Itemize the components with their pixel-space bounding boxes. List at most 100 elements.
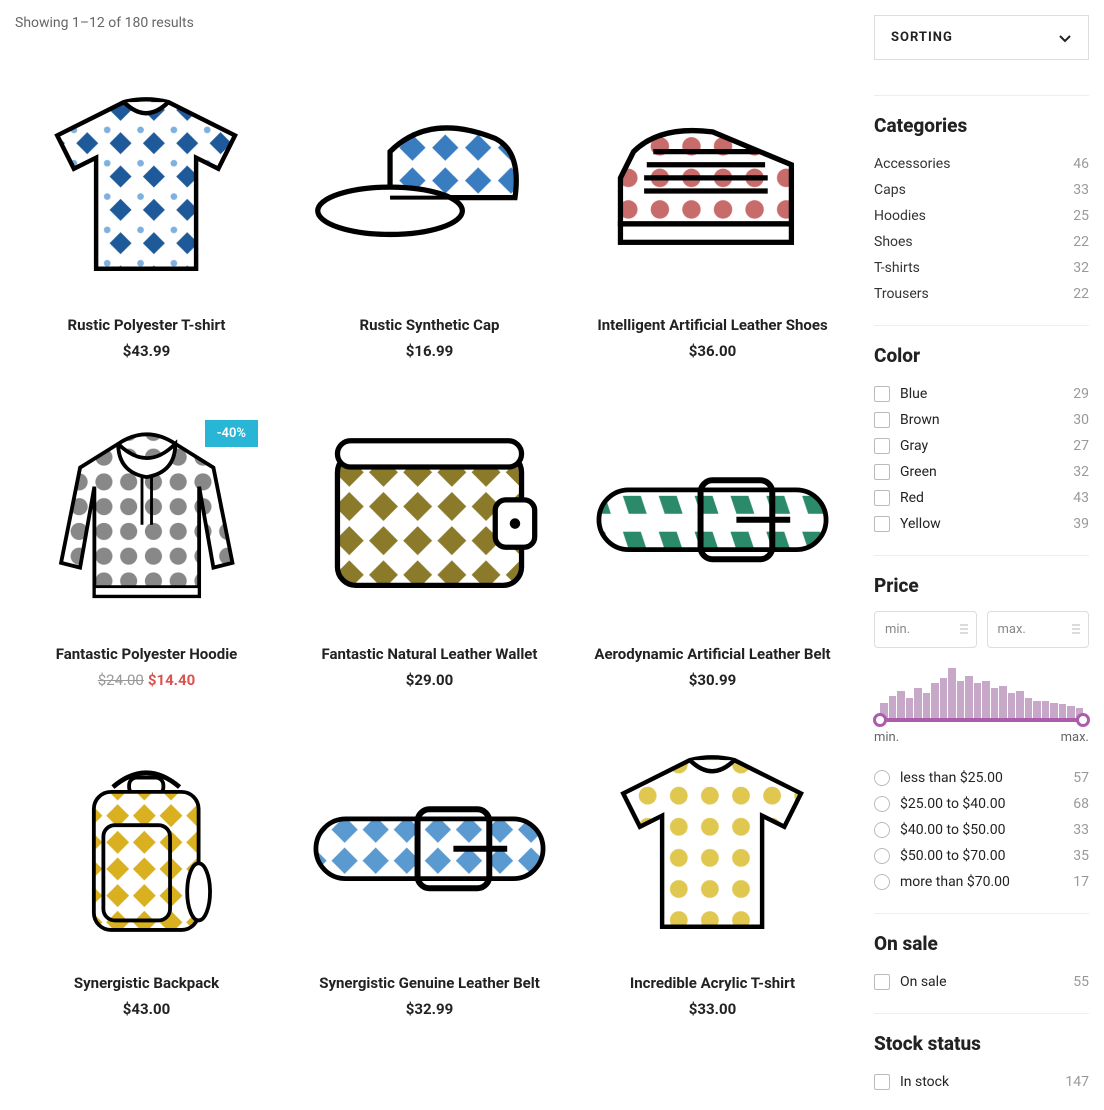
category-item[interactable]: Shoes22 <box>874 229 1089 255</box>
product-card[interactable]: Synergistic Genuine Leather Belt $32.99 <box>298 749 561 1018</box>
product-price: $36.00 <box>581 342 844 360</box>
histogram-bar <box>923 693 931 718</box>
checkbox-icon <box>874 974 890 990</box>
onsale-checkbox-item[interactable]: On sale 55 <box>874 969 1089 995</box>
checkbox-icon <box>874 490 890 506</box>
category-item[interactable]: T-shirts32 <box>874 255 1089 281</box>
product-price: $32.99 <box>298 1000 561 1018</box>
checkbox-icon <box>874 1074 890 1090</box>
histogram-bar <box>1033 701 1041 719</box>
product-card[interactable]: Rustic Polyester T-shirt $43.99 <box>15 91 278 360</box>
filter-title: Color <box>874 344 1089 367</box>
price-min-input[interactable]: min. <box>874 611 977 648</box>
histogram-bar <box>948 668 956 718</box>
product-title: Fantastic Natural Leather Wallet <box>298 645 561 663</box>
onsale-filter: On sale On sale 55 <box>874 913 1089 995</box>
price-range-radio-item[interactable]: $25.00 to $40.0068 <box>874 791 1089 817</box>
histogram-bar <box>965 676 973 719</box>
checkbox-icon <box>874 464 890 480</box>
price-range-radio-item[interactable]: more than $70.0017 <box>874 869 1089 895</box>
histogram-bar <box>957 681 965 719</box>
slider-handle-max[interactable] <box>1076 713 1090 727</box>
product-image <box>298 91 561 291</box>
product-image <box>15 420 278 620</box>
product-card[interactable]: Intelligent Artificial Leather Shoes $36… <box>581 91 844 360</box>
price-slider[interactable] <box>874 718 1089 722</box>
sorting-dropdown[interactable]: SORTING <box>874 15 1089 60</box>
sorting-label: SORTING <box>891 30 953 45</box>
tshirt-icon <box>35 91 257 291</box>
price-histogram <box>874 668 1089 718</box>
radio-icon <box>874 796 890 812</box>
histogram-bar <box>1025 698 1033 718</box>
category-item[interactable]: Caps33 <box>874 177 1089 203</box>
color-checkbox-item[interactable]: Yellow39 <box>874 511 1089 537</box>
product-price: $43.00 <box>15 1000 278 1018</box>
histogram-bar <box>1067 706 1075 719</box>
filter-title: Price <box>874 574 1089 597</box>
product-image <box>581 420 844 620</box>
color-checkbox-item[interactable]: Blue29 <box>874 381 1089 407</box>
product-card[interactable]: Fantastic Natural Leather Wallet $29.00 <box>298 420 561 689</box>
product-title: Fantastic Polyester Hoodie <box>15 645 278 663</box>
belt-icon <box>298 783 561 915</box>
product-price: $16.99 <box>298 342 561 360</box>
checkbox-icon <box>874 386 890 402</box>
histogram-bar <box>991 688 999 718</box>
product-price: $43.99 <box>15 342 278 360</box>
price-max-input[interactable]: max. <box>987 611 1090 648</box>
product-title: Intelligent Artificial Leather Shoes <box>581 316 844 334</box>
hoodie-icon <box>42 420 252 620</box>
slider-min-label: min. <box>874 730 899 745</box>
product-card[interactable]: Incredible Acrylic T-shirt $33.00 <box>581 749 844 1018</box>
category-item[interactable]: Accessories46 <box>874 151 1089 177</box>
tshirt-icon <box>601 749 823 949</box>
radio-icon <box>874 770 890 786</box>
category-item[interactable]: Hoodies25 <box>874 203 1089 229</box>
color-checkbox-item[interactable]: Gray27 <box>874 433 1089 459</box>
histogram-bar <box>914 688 922 718</box>
product-price: $33.00 <box>581 1000 844 1018</box>
backpack-icon <box>51 749 241 949</box>
slider-handle-min[interactable] <box>873 713 887 727</box>
product-card[interactable]: -40% Fantastic Polyester Hoodie $24.00$1… <box>15 420 278 689</box>
price-range-radio-item[interactable]: $50.00 to $70.0035 <box>874 843 1089 869</box>
product-price: $24.00$14.40 <box>15 671 278 689</box>
radio-icon <box>874 822 890 838</box>
histogram-bar <box>1016 691 1024 719</box>
color-checkbox-item[interactable]: Green32 <box>874 459 1089 485</box>
categories-filter: Categories Accessories46Caps33Hoodies25S… <box>874 95 1089 307</box>
instock-checkbox-item[interactable]: In stock 147 <box>874 1069 1089 1095</box>
product-title: Rustic Polyester T-shirt <box>15 316 278 334</box>
results-count: Showing 1–12 of 180 results <box>15 15 844 31</box>
filter-title: Stock status <box>874 1032 1089 1055</box>
stock-filter: Stock status In stock 147 <box>874 1013 1089 1095</box>
product-image <box>298 420 561 620</box>
color-checkbox-item[interactable]: Brown30 <box>874 407 1089 433</box>
product-card[interactable]: Synergistic Backpack $43.00 <box>15 749 278 1018</box>
price-range-radio-item[interactable]: less than $25.0057 <box>874 765 1089 791</box>
histogram-bar <box>1008 693 1016 718</box>
product-image <box>581 91 844 291</box>
product-image <box>298 749 561 949</box>
category-item[interactable]: Trousers22 <box>874 281 1089 307</box>
wallet-icon <box>298 421 561 618</box>
price-range-radio-item[interactable]: $40.00 to $50.0033 <box>874 817 1089 843</box>
color-checkbox-item[interactable]: Red43 <box>874 485 1089 511</box>
histogram-bar <box>999 686 1007 719</box>
histogram-bar <box>1050 703 1058 718</box>
histogram-bar <box>1042 701 1050 719</box>
price-filter: Price min. max. min. max. less than $25.… <box>874 555 1089 895</box>
filter-title: Categories <box>874 114 1089 137</box>
histogram-bar <box>897 691 905 719</box>
product-title: Aerodynamic Artificial Leather Belt <box>581 645 844 663</box>
histogram-bar <box>940 678 948 718</box>
shoes-icon <box>581 99 844 283</box>
product-card[interactable]: Aerodynamic Artificial Leather Belt $30.… <box>581 420 844 689</box>
product-card[interactable]: Rustic Synthetic Cap $16.99 <box>298 91 561 360</box>
product-price: $29.00 <box>298 671 561 689</box>
product-image <box>15 749 278 949</box>
product-grid: Rustic Polyester T-shirt $43.99 Rustic S… <box>15 91 844 1018</box>
chevron-down-icon <box>1058 31 1072 45</box>
product-title: Rustic Synthetic Cap <box>298 316 561 334</box>
